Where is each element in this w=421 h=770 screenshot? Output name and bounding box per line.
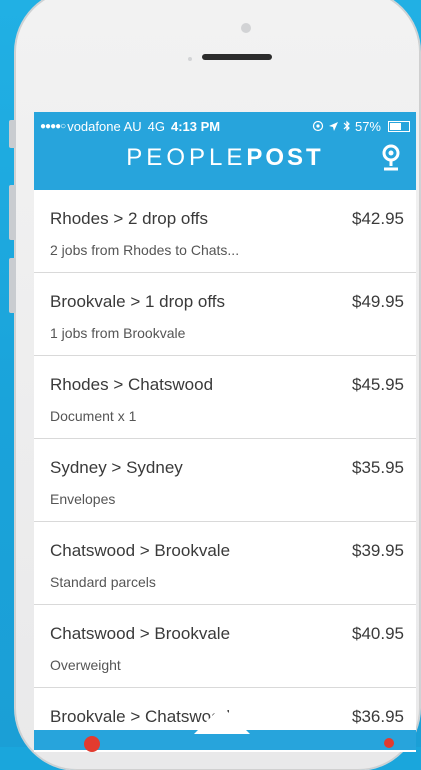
job-detail: 2 jobs from Rhodes to Chats...: [50, 242, 240, 258]
signal-strength: ●●●●○: [40, 120, 66, 132]
nav-bar: ●●●●○ vodafone AU 4G 4:13 PM 57% PEOPLEP…: [34, 112, 416, 191]
location-arrow-icon: [328, 121, 338, 131]
job-row[interactable]: Rhodes > 2 drop offs $42.95 2 jobs from …: [34, 190, 416, 273]
job-detail: Overweight: [50, 657, 121, 673]
job-route: Sydney > Sydney: [50, 458, 183, 477]
tab-notification-badge[interactable]: [84, 736, 100, 752]
job-row[interactable]: Chatswood > Brookvale $40.95 Overweight: [34, 605, 416, 688]
battery-icon: [388, 120, 410, 132]
logo-post: POST: [246, 144, 324, 171]
mute-switch: [9, 120, 16, 148]
proximity-sensor: [188, 57, 192, 61]
job-route: Rhodes > 2 drop offs: [50, 209, 208, 228]
map-pin-icon[interactable]: [380, 144, 402, 172]
job-detail: Envelopes: [50, 491, 116, 507]
job-price: $36.95: [352, 707, 404, 726]
job-price: $39.95: [352, 541, 404, 560]
active-tab-indicator: [194, 706, 250, 734]
carrier-name: vodafone AU: [67, 118, 142, 134]
volume-up-button: [9, 185, 16, 240]
job-price: $40.95: [352, 624, 404, 643]
job-row[interactable]: Sydney > Sydney $35.95 Envelopes: [34, 439, 416, 522]
jobs-list: Rhodes > 2 drop offs $42.95 2 jobs from …: [34, 190, 416, 752]
front-camera: [241, 23, 251, 33]
logo-people: PEOPLE: [126, 144, 247, 171]
job-price: $45.95: [352, 375, 404, 394]
earpiece-speaker: [202, 54, 272, 60]
network-type: 4G: [147, 118, 165, 134]
battery-percentage: 57%: [354, 118, 381, 134]
job-detail: Standard parcels: [50, 574, 156, 590]
status-time: 4:13 PM: [171, 118, 221, 134]
volume-down-button: [9, 258, 16, 313]
app-logo: PEOPLEPOST: [34, 144, 416, 172]
job-price: $35.95: [352, 458, 404, 477]
job-row[interactable]: Brookvale > 1 drop offs $49.95 1 jobs fr…: [34, 273, 416, 356]
job-price: $49.95: [352, 292, 404, 311]
bluetooth-icon: [343, 120, 350, 132]
status-right: 57%: [312, 119, 410, 134]
job-route: Chatswood > Brookvale: [50, 541, 231, 560]
job-detail: Document x 1: [50, 408, 137, 424]
job-route: Chatswood > Brookvale: [50, 624, 231, 643]
status-bar: ●●●●○ vodafone AU 4G 4:13 PM 57%: [40, 118, 410, 134]
rotation-lock-icon: [312, 120, 324, 132]
app-screen: ●●●●○ vodafone AU 4G 4:13 PM 57% PEOPLEP…: [34, 112, 416, 752]
job-route: Rhodes > Chatswood: [50, 375, 214, 394]
job-detail: 1 jobs from Brookvale: [50, 325, 186, 341]
job-row[interactable]: Chatswood > Brookvale $39.95 Standard pa…: [34, 522, 416, 605]
job-price: $42.95: [352, 209, 404, 228]
job-route: Brookvale > 1 drop offs: [50, 292, 225, 311]
job-row[interactable]: Rhodes > Chatswood $45.95 Document x 1: [34, 356, 416, 439]
